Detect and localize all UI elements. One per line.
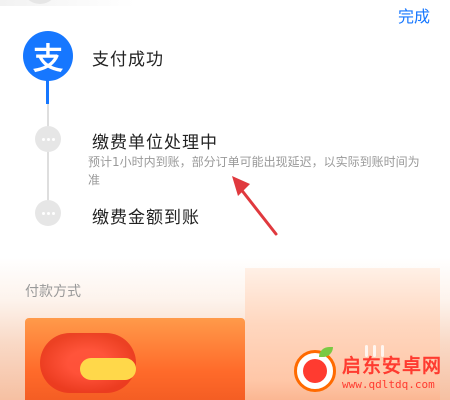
watermark-name: 启东安卓网 — [341, 355, 442, 377]
step-title-paid: 支付成功 — [92, 50, 164, 70]
timeline-line-pending — [47, 104, 49, 214]
watermark-logo-icon — [293, 347, 336, 392]
step-pending-icon — [35, 126, 61, 152]
payment-progress-timeline: 支 支付成功 缴费单位处理中 预计1小时内到账，部分订单可能出现延迟，以实际到账… — [0, 0, 450, 260]
watermark-text: 启东安卓网 www.qdltdq.com — [342, 351, 442, 391]
payment-method-label: 付款方式 — [25, 284, 81, 300]
red-arrow-annotation-icon — [232, 176, 278, 236]
site-watermark: 启东安卓网 www.qdltdq.com — [293, 347, 442, 392]
step-title-processing: 缴费单位处理中 — [92, 133, 218, 153]
promo-yellow-shape — [80, 358, 136, 380]
step-title-arrived: 缴费金额到账 — [92, 208, 200, 228]
step-pending-icon — [35, 200, 61, 226]
alipay-logo-icon: 支 — [23, 31, 73, 81]
watermark-url: www.qdltdq.com — [341, 378, 435, 391]
